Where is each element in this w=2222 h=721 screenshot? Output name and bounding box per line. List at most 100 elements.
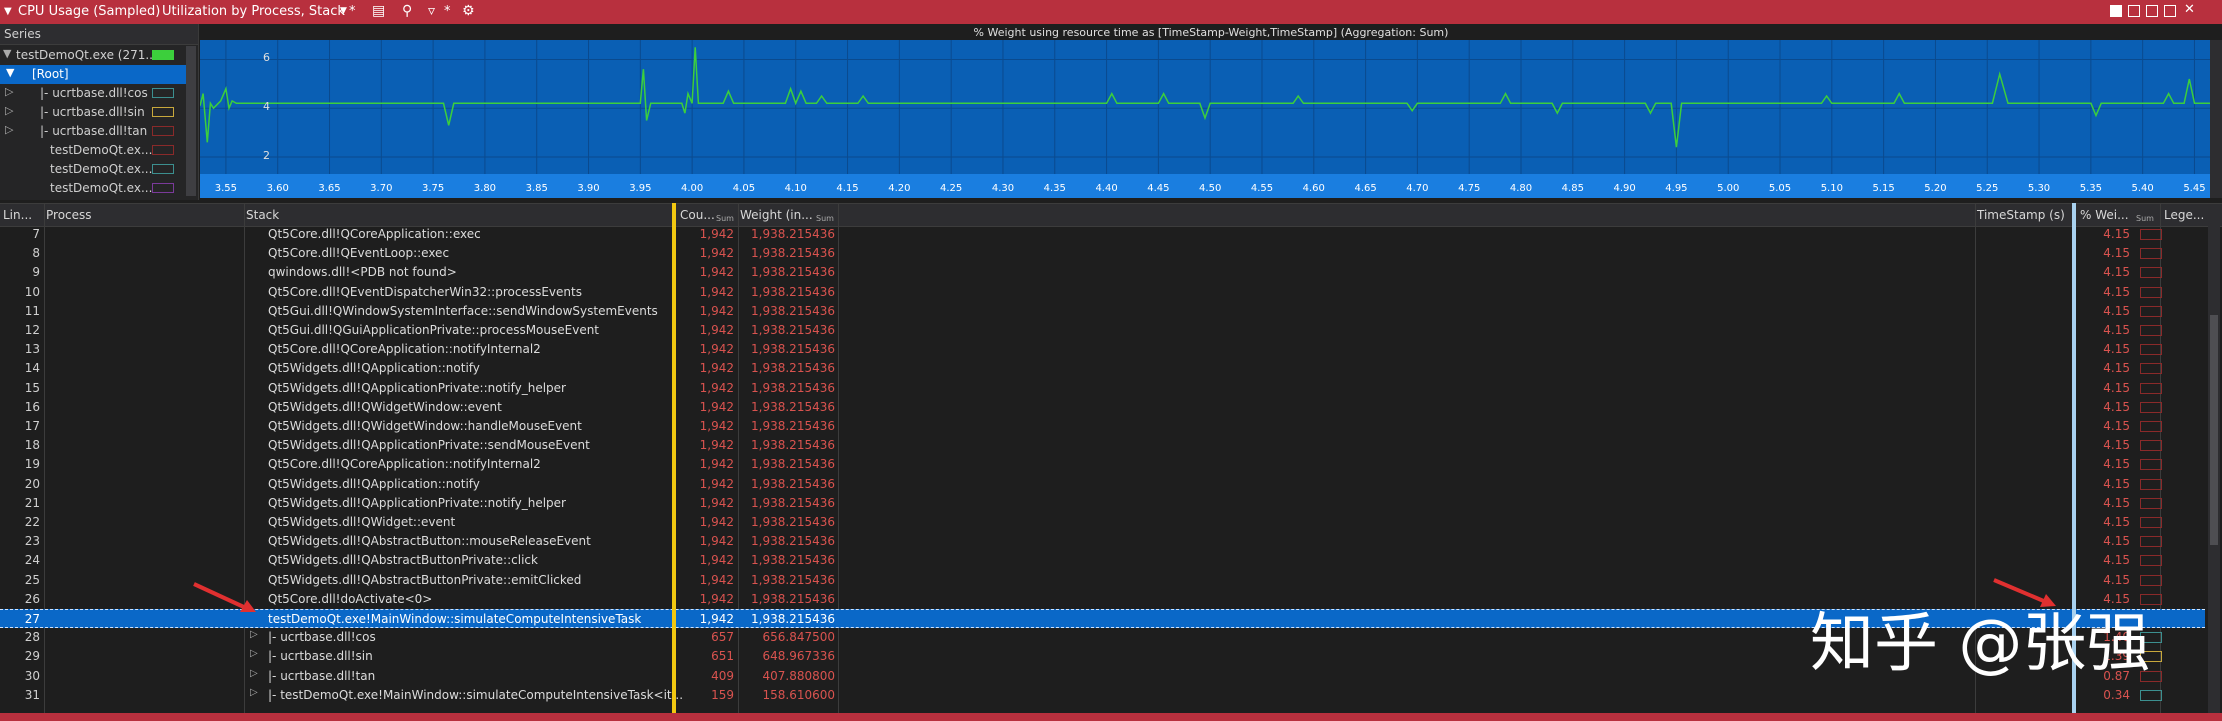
search-icon[interactable]: ⚲ [402,3,412,19]
table-row[interactable]: 15 Qt5Widgets.dll!QApplicationPrivate::no… [0,379,2205,398]
series-item-label: testDemoQt.ex... [50,162,153,176]
series-pane: Series ▼ testDemoQt.exe (271... ▼ [Root]… [0,24,199,200]
collapsed-icon[interactable]: ▷ [250,668,258,679]
series-item-root[interactable]: ▼ [Root] [0,65,186,84]
series-item-cos[interactable]: ▷ |- ucrtbase.dll!cos [0,84,186,103]
line-number: 28 [24,630,40,645]
count-value: 1,942 [699,227,734,241]
series-swatch [152,183,174,193]
col-line[interactable]: Lin... [3,208,32,222]
percent-weight-value: 4.15 [2103,284,2130,299]
chart-x-tick-label: 4.75 [1458,183,1480,194]
series-item-task-2[interactable]: testDemoQt.ex... [0,160,186,179]
preset-chevron-down-icon[interactable]: ▼ [340,6,347,16]
table-row[interactable]: 12 Qt5Gui.dll!QGuiApplicationPrivate::pro… [0,321,2205,340]
table-row[interactable]: 11 Qt5Gui.dll!QWindowSystemInterface::sen… [0,302,2205,321]
weight-value: 1,938.215436 [751,572,835,587]
collapsed-icon[interactable]: ▷ [250,648,258,659]
table-row[interactable]: 10 Qt5Core.dll!QEventDispatcherWin32::pro… [0,283,2205,302]
settings-icon[interactable]: ⚙ [462,3,475,19]
table-row[interactable]: 17 Qt5Widgets.dll!QWidgetWindow::handleMo… [0,417,2205,436]
table-row[interactable]: 13 Qt5Core.dll!QCoreApplication::notifyIn… [0,340,2205,359]
watermark-text: 知乎 @张强 [1810,607,2151,681]
table-row[interactable]: 14 Qt5Widgets.dll!QApplication::notify 1,9… [0,359,2205,378]
close-icon[interactable]: ✕ [2184,2,2196,17]
chart-x-tick-label: 4.50 [1199,183,1221,194]
col-process[interactable]: Process [46,208,92,222]
table-row[interactable]: 18 Qt5Widgets.dll!QApplicationPrivate::se… [0,436,2205,455]
chart-x-tick-label: 3.75 [422,183,444,194]
table-row[interactable]: 21 Qt5Widgets.dll!QApplicationPrivate::no… [0,494,2205,513]
collapsed-icon[interactable]: ▷ [5,123,13,136]
filter-indicator: * [444,4,451,19]
collapsed-icon[interactable]: ▷ [5,85,13,98]
series-item-label: testDemoQt.exe (271... [16,48,157,62]
table-row[interactable]: 22 Qt5Widgets.dll!QWidget::event 1,942 1,93… [0,513,2205,532]
legend-swatch [2140,459,2162,471]
table-row[interactable]: 7 Qt5Core.dll!QCoreApplication::exec 1,942… [0,225,2205,244]
filter-icon[interactable]: ▿ [428,3,435,19]
legend-swatch [2140,363,2162,375]
chart-scrollbar[interactable] [2210,40,2222,198]
scrollbar-thumb[interactable] [2210,315,2218,545]
table-row[interactable]: 20 Qt5Widgets.dll!QApplication::notify 1,9… [0,475,2205,494]
col-legend[interactable]: Lege... [2164,208,2204,222]
red-arrow-annotation-icon [193,582,256,612]
table-row[interactable]: 25 Qt5Widgets.dll!QAbstractButtonPrivate:… [0,571,2205,590]
preset-dropdown[interactable]: Utilization by Process, Stack * [162,4,356,19]
percent-weight-value: 4.15 [2103,361,2130,376]
series-item-tan[interactable]: ▷ |- ucrtbase.dll!tan [0,122,186,141]
chart-x-tick-label: 3.95 [629,183,651,194]
weight-value: 1,938.215436 [751,303,835,318]
view-chart-table-icon[interactable] [2110,5,2122,17]
count-value: 1,942 [699,534,734,549]
view-table-only-icon[interactable] [2146,5,2158,17]
series-scrollbar[interactable] [186,46,196,196]
expanded-icon[interactable]: ▼ [3,47,11,60]
chart-x-tick-label: 4.20 [888,183,910,194]
bottom-bar [0,713,2222,721]
table-row[interactable]: 23 Qt5Widgets.dll!QAbstractButton::mouseR… [0,532,2205,551]
col-stack[interactable]: Stack [246,208,279,222]
percent-weight-value: 4.15 [2103,342,2130,357]
stack-frame: Qt5Core.dll!QCoreApplication::notifyInte… [268,342,541,357]
col-count[interactable]: Cou... [680,208,715,222]
col-percent-weight[interactable]: % Wei... [2080,208,2129,222]
weight-value: 407.880800 [762,668,835,683]
cpu-usage-chart[interactable]: 3.55 3.60 3.65 3.70 3.75 3.80 3.85 3.90 3.95 4.00… [200,40,2210,198]
chart-x-tick-label: 4.00 [681,183,703,194]
maximize-icon[interactable] [2164,5,2176,17]
table-row[interactable]: 24 Qt5Widgets.dll!QAbstractButtonPrivate:… [0,551,2205,570]
table-row[interactable]: 16 Qt5Widgets.dll!QWidgetWindow::event 1,9… [0,398,2205,417]
view-chart-only-icon[interactable] [2128,5,2140,17]
chart-x-tick-label: 4.55 [1251,183,1273,194]
table-row[interactable]: 19 Qt5Core.dll!QCoreApplication::notifyIn… [0,455,2205,474]
series-item-label: |- ucrtbase.dll!cos [40,86,148,100]
percent-weight-value: 0.34 [2103,687,2130,702]
table-scrollbar[interactable] [2208,225,2220,713]
weight-value: 1,938.215436 [751,361,835,376]
collapse-icon[interactable]: ▼ [4,6,12,17]
chart-x-tick-label: 4.60 [1303,183,1325,194]
chart-x-tick-label: 3.90 [577,183,599,194]
series-item-sin[interactable]: ▷ |- ucrtbase.dll!sin [0,103,186,122]
collapsed-icon[interactable]: ▷ [250,687,258,698]
series-item-task-1[interactable]: testDemoQt.ex... [0,141,186,160]
table-view-icon[interactable]: ▤ [372,3,385,19]
col-weight[interactable]: Weight (in... [740,208,813,222]
table-row[interactable]: 9 qwindows.dll!<PDB not found> 1,942 1,938.… [0,263,2205,282]
line-number: 19 [24,457,40,472]
collapsed-icon[interactable]: ▷ [250,629,258,640]
col-timestamp[interactable]: TimeStamp (s) [1977,208,2065,222]
expanded-icon[interactable]: ▼ [6,66,14,79]
collapsed-icon[interactable]: ▷ [5,104,13,117]
table-row[interactable]: 8 Qt5Core.dll!QEventLoop::exec 1,942 1,938.… [0,244,2205,263]
table-row[interactable]: 31 ▷ |- testDemoQt.exe!MainWindow::simulat… [0,686,2205,705]
series-item-process[interactable]: ▼ testDemoQt.exe (271... [0,46,186,65]
line-number: 18 [24,438,40,453]
series-item-task-3[interactable]: testDemoQt.ex... [0,179,186,198]
percent-weight-value: 4.15 [2103,534,2130,549]
grouping-divider-bar[interactable] [672,203,676,713]
line-number: 17 [24,419,40,433]
line-number: 29 [24,649,40,664]
